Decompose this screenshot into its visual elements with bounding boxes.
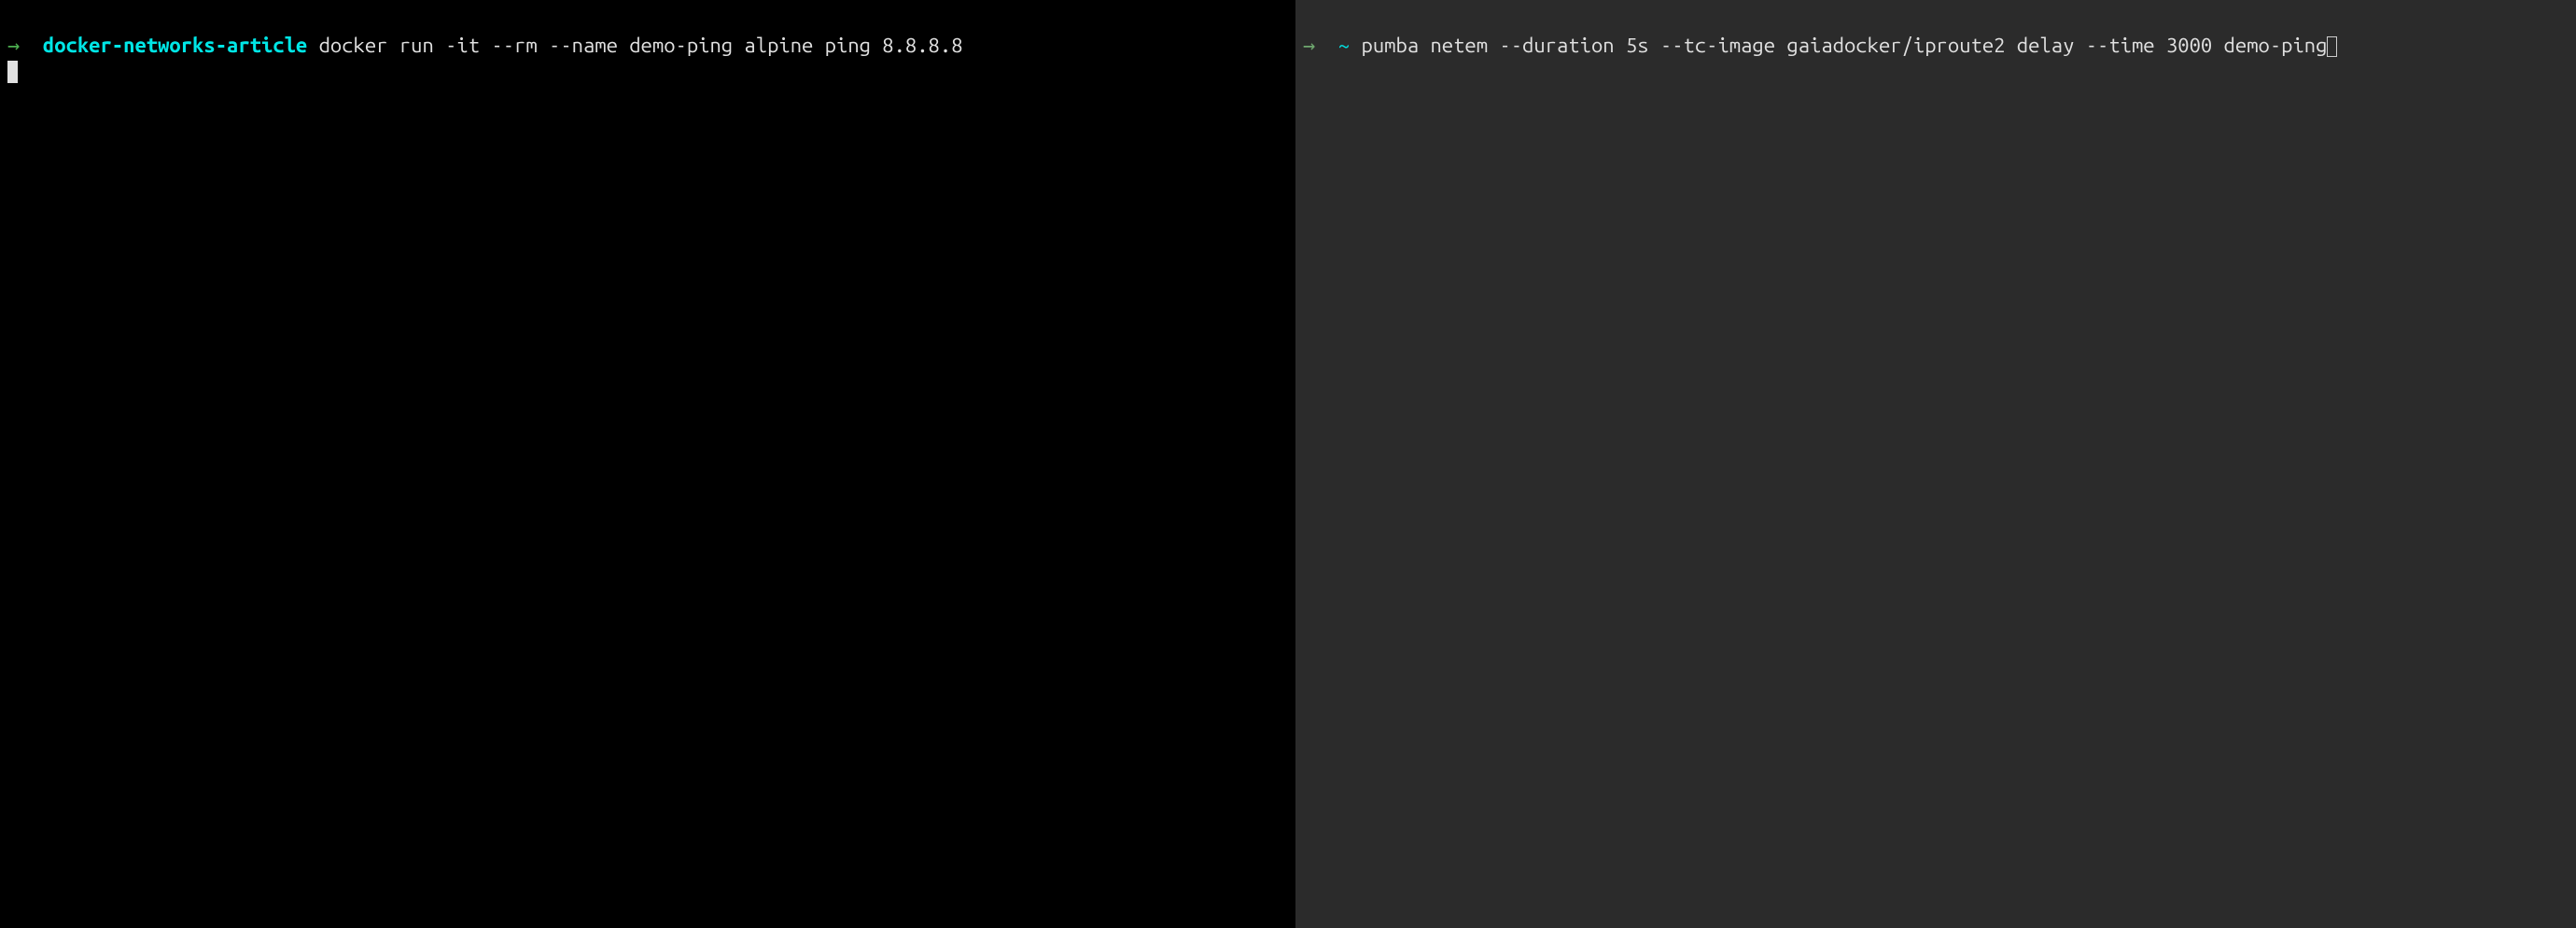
prompt-home-icon: ~ xyxy=(1338,34,1350,57)
terminal-pane-left[interactable]: → docker-networks-article docker run -it… xyxy=(0,0,1295,928)
terminal-pane-right[interactable]: → ~ pumba netem --duration 5s --tc-image… xyxy=(1295,0,2576,928)
cursor-block xyxy=(7,61,18,83)
cursor-outline xyxy=(2327,36,2337,57)
prompt-directory: docker-networks-article xyxy=(43,34,307,57)
prompt-arrow-icon: → xyxy=(7,34,20,57)
command-text: docker run -it --rm --name demo-ping alp… xyxy=(319,34,963,57)
prompt-arrow-icon: → xyxy=(1303,34,1315,57)
command-text: pumba netem --duration 5s --tc-image gai… xyxy=(1362,34,2328,57)
